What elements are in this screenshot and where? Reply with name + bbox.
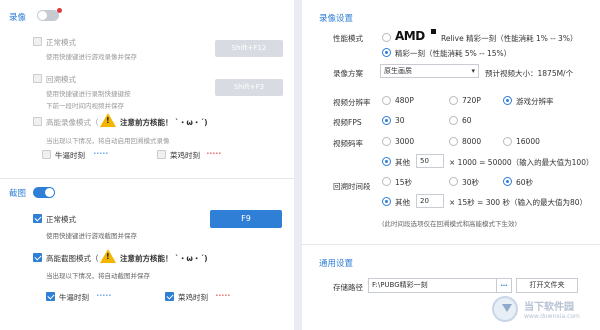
bitrate-other-radio[interactable] <box>382 157 391 166</box>
screenshot-smart-checkbox[interactable] <box>33 253 42 262</box>
resolution-480-radio[interactable] <box>382 96 391 105</box>
screenshot-toggle[interactable] <box>33 187 55 198</box>
bitrate-8000-radio[interactable] <box>449 137 458 146</box>
replay-formula: × 15秒 = 300 秒（输入的最大值为80） <box>449 198 588 207</box>
amd-arrow-icon <box>431 29 436 34</box>
bitrate-16000-radio[interactable] <box>503 137 512 146</box>
replay-30-radio[interactable] <box>449 177 458 186</box>
screenshot-section-title: 截图 <box>9 189 27 199</box>
general-settings-title: 通用设置 <box>319 259 354 269</box>
replay-15-label: 15秒 <box>395 178 413 187</box>
screenshot-hotkey[interactable]: F9 <box>210 210 282 228</box>
record-kill-checkbox[interactable] <box>42 150 51 159</box>
screenshot-smart-label: 高能截图模式（ <box>46 254 99 263</box>
capture-modes-panel: 录像 正常模式 使用快捷键进行游戏录像并保存 Shift+F12 回溯模式 使用… <box>0 0 294 330</box>
record-drop-label: 菜鸡时刻 <box>170 151 200 160</box>
resolution-720-radio[interactable] <box>449 96 458 105</box>
bitrate-formula: × 1000 = 50000（输入的最大值为100） <box>449 158 594 167</box>
record-replay-checkbox[interactable] <box>33 74 42 83</box>
perf-highlight-text: 精彩一刻（性能消耗 5% -- 15%） <box>395 49 512 58</box>
resolution-game-label: 游戏分辨率 <box>516 97 554 106</box>
scheme-label: 录像方案 <box>333 69 363 78</box>
chevron-down-icon: ▾ <box>471 67 475 75</box>
scheme-select[interactable]: 原生画质 ▾ <box>380 64 479 78</box>
bitrate-16000-label: 16000 <box>516 137 540 146</box>
record-smart-warning: 注意前方核能！ `・ω・´) <box>120 118 208 127</box>
bitrate-3000-radio[interactable] <box>382 137 391 146</box>
replay-label: 回溯时间段 <box>333 182 371 191</box>
warning-icon: ! <box>100 249 116 263</box>
screenshot-drop-checkbox[interactable] <box>165 292 174 301</box>
record-section-title: 录像 <box>9 13 27 23</box>
warning-icon: ! <box>100 113 116 127</box>
drop-wave-icon: ﾞﾞﾞﾞﾞ <box>207 153 222 160</box>
resolution-480-label: 480P <box>395 96 414 105</box>
record-smart-label: 高能录像模式（ <box>46 118 99 127</box>
estimated-size: 预计视频大小：1875M/个 <box>485 69 574 78</box>
screenshot-drop-label: 菜鸡时刻 <box>178 293 208 302</box>
bitrate-8000-label: 8000 <box>462 137 482 146</box>
replay-other-radio[interactable] <box>382 197 391 206</box>
resolution-game-radio[interactable] <box>503 96 512 105</box>
perf-amd-text: Relive 精彩一刻（性能消耗 1% -- 3%） <box>441 34 578 43</box>
record-replay-desc-1: 使用快捷键进行录制快捷键按 <box>46 90 131 98</box>
screenshot-kill-label: 牛逼时刻 <box>59 293 89 302</box>
record-normal-checkbox[interactable] <box>33 37 42 46</box>
bitrate-3000-label: 3000 <box>395 137 415 146</box>
record-normal-desc: 使用快捷键进行游戏录像并保存 <box>46 53 137 61</box>
section-divider <box>0 178 294 179</box>
record-replay-hotkey[interactable]: Shift+F3 <box>215 79 283 96</box>
record-smart-desc: 当出现以下情况，将自动启用回溯模式录像 <box>46 137 170 145</box>
perf-amd-radio[interactable] <box>382 33 391 42</box>
fps-30-radio[interactable] <box>382 116 391 125</box>
record-normal-hotkey[interactable]: Shift+F12 <box>215 40 283 57</box>
bitrate-label: 视频码率 <box>333 139 363 148</box>
watermark-url: www.downxia.com <box>524 313 580 320</box>
drop-wave-icon: ﾞﾞﾞﾞﾞ <box>216 295 231 302</box>
open-folder-button[interactable]: 打开文件夹 <box>516 278 578 293</box>
record-kill-label: 牛逼时刻 <box>55 151 85 160</box>
fps-60-label: 60 <box>462 116 472 125</box>
bitrate-other-label: 其他 <box>395 158 410 167</box>
storage-path-input[interactable]: F:\PUBG精彩一刻 <box>368 278 506 293</box>
record-settings-title: 录像设置 <box>319 14 354 24</box>
kill-wave-icon: ﾞﾞﾞﾞﾞ <box>97 295 112 302</box>
browse-button[interactable]: … <box>496 278 512 293</box>
record-drop-checkbox[interactable] <box>157 150 166 159</box>
record-normal-label: 正常模式 <box>46 38 76 47</box>
fps-60-radio[interactable] <box>449 116 458 125</box>
section-divider <box>302 244 600 245</box>
fps-30-label: 30 <box>395 116 405 125</box>
screenshot-smart-warning: 注意前方核能！ `・ω・´) <box>120 254 208 263</box>
replay-other-label: 其他 <box>395 198 410 207</box>
resolution-720-label: 720P <box>462 96 481 105</box>
replay-other-input[interactable]: 20 <box>416 194 444 208</box>
perf-highlight-radio[interactable] <box>382 48 391 57</box>
record-toggle[interactable] <box>37 10 59 21</box>
screenshot-kill-checkbox[interactable] <box>46 292 55 301</box>
record-status-dot <box>57 8 62 13</box>
screenshot-smart-desc: 当出现以下情况，将自动截图并保存 <box>46 272 150 280</box>
kill-wave-icon: ﾞﾞﾞﾞﾞ <box>94 153 109 160</box>
settings-panel: 录像设置 性能模式 AMD Relive 精彩一刻（性能消耗 1% -- 3%）… <box>302 0 600 330</box>
storage-path-label: 存储路径 <box>333 283 363 292</box>
record-replay-label: 回溯模式 <box>46 75 76 84</box>
watermark-text: 当下软件园 <box>524 302 574 313</box>
perf-mode-label: 性能模式 <box>333 34 363 43</box>
amd-logo: AMD <box>395 29 425 43</box>
replay-15-radio[interactable] <box>382 177 391 186</box>
record-smart-checkbox[interactable] <box>33 117 42 126</box>
replay-30-label: 30秒 <box>462 178 480 187</box>
bitrate-other-input[interactable]: 50 <box>416 154 444 168</box>
screenshot-normal-label: 正常模式 <box>46 215 76 224</box>
watermark-logo-icon <box>492 296 518 322</box>
screenshot-normal-desc: 使用快捷键进行游戏截图并保存 <box>46 232 137 240</box>
replay-note: (此时间段选项仅在回溯模式和高能模式下生效) <box>382 220 518 228</box>
fps-label: 视频FPS <box>333 118 362 127</box>
replay-60-label: 60秒 <box>516 178 534 187</box>
resolution-label: 视频分辨率 <box>333 98 371 107</box>
screenshot-normal-checkbox[interactable] <box>33 214 42 223</box>
record-replay-desc-2: 下前一段时间内视频并保存 <box>46 102 124 110</box>
replay-60-radio[interactable] <box>503 177 512 186</box>
